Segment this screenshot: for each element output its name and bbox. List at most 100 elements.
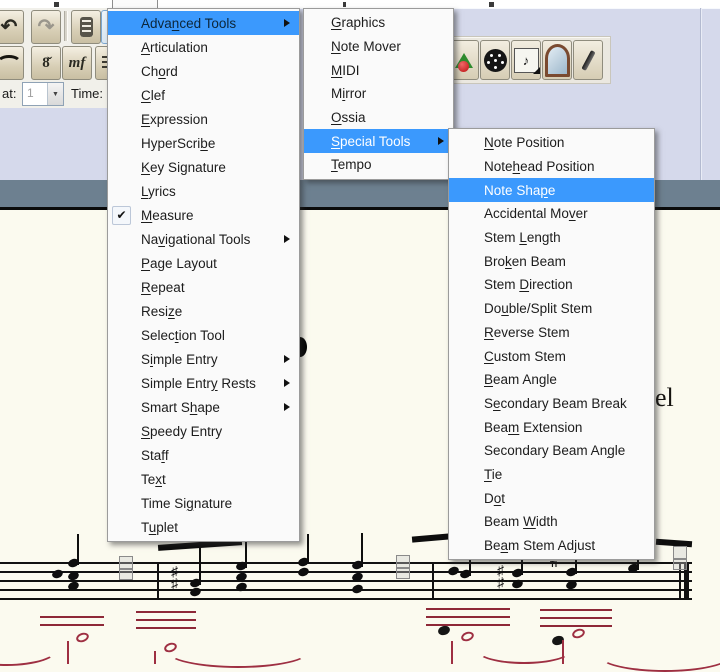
menu-item-special-tools[interactable]: Special Tools bbox=[304, 129, 453, 153]
red-note-stem bbox=[67, 641, 69, 664]
note-mover-tool-button[interactable]: ♪ bbox=[511, 40, 541, 80]
notehead[interactable] bbox=[297, 566, 310, 577]
notehead[interactable] bbox=[351, 583, 364, 594]
menu-item-smart-shape[interactable]: Smart Shape bbox=[108, 395, 299, 419]
menu-item-notehead-position[interactable]: Notehead Position bbox=[449, 155, 654, 179]
expression-tool-button[interactable]: mf bbox=[62, 46, 92, 80]
menu-item-simple-entry-rests[interactable]: Simple Entry Rests bbox=[108, 371, 299, 395]
menu-item-stem-direction[interactable]: Stem Direction bbox=[449, 273, 654, 297]
menu-item-label: Graphics bbox=[331, 15, 385, 30]
notehead[interactable] bbox=[447, 565, 460, 576]
menu-item-double-split-stem[interactable]: Double/Split Stem bbox=[449, 297, 654, 321]
menu-item-note-shape[interactable]: Note Shape bbox=[449, 178, 654, 202]
menu-item-broken-beam[interactable]: Broken Beam bbox=[449, 249, 654, 273]
submenu-arrow-icon bbox=[284, 355, 290, 363]
menu-item-label: Staff bbox=[141, 448, 169, 463]
menu-item-label: Secondary Beam Angle bbox=[484, 443, 625, 458]
ossia-tool-button[interactable] bbox=[573, 40, 603, 80]
menu-item-label: Beam Angle bbox=[484, 372, 557, 387]
menu-item-reverse-stem[interactable]: Reverse Stem bbox=[449, 321, 654, 345]
tools-menubar-button[interactable] bbox=[112, 0, 158, 8]
menu-item-label: Resize bbox=[141, 304, 182, 319]
menu-item-selection-tool[interactable]: Selection Tool bbox=[108, 323, 299, 347]
menu-item-label: Chord bbox=[141, 64, 178, 79]
menu-item-label: Time Signature bbox=[141, 496, 232, 511]
midi-tool-button[interactable] bbox=[480, 40, 510, 80]
menu-item-tie[interactable]: Tie bbox=[449, 463, 654, 487]
undo-button[interactable]: ↶ bbox=[0, 10, 24, 44]
staff-line bbox=[0, 562, 692, 564]
staff-line bbox=[0, 589, 692, 591]
menu-item-staff[interactable]: Staff bbox=[108, 443, 299, 467]
menu-item-stem-length[interactable]: Stem Length bbox=[449, 226, 654, 250]
menu-item-beam-extension[interactable]: Beam Extension bbox=[449, 415, 654, 439]
submenu-arrow-icon bbox=[284, 19, 290, 27]
menu-item-ossia[interactable]: Ossia bbox=[304, 106, 453, 130]
menu-item-simple-entry[interactable]: Simple Entry bbox=[108, 347, 299, 371]
red-half-notehead[interactable] bbox=[571, 627, 586, 640]
barline bbox=[157, 562, 159, 598]
menu-item-label: HyperScribe bbox=[141, 136, 215, 151]
menu-item-label: Dot bbox=[484, 491, 505, 506]
menu-item-label: Stem Length bbox=[484, 230, 561, 245]
menu-item-label: Note Position bbox=[484, 135, 564, 150]
menu-item-key-signature[interactable]: Key Signature bbox=[108, 155, 299, 179]
menu-item-expression[interactable]: Expression bbox=[108, 107, 299, 131]
articulation-icon: 8̌ bbox=[42, 56, 50, 71]
menu-item-dot[interactable]: Dot bbox=[449, 486, 654, 510]
staff-line bbox=[0, 580, 692, 582]
menu-item-secondary-beam-angle[interactable]: Secondary Beam Angle bbox=[449, 439, 654, 463]
menu-item-chord[interactable]: Chord bbox=[108, 59, 299, 83]
menu-item-mirror[interactable]: Mirror bbox=[304, 82, 453, 106]
red-ledger-line bbox=[136, 627, 196, 629]
menu-item-clef[interactable]: Clef bbox=[108, 83, 299, 107]
red-half-notehead[interactable] bbox=[75, 631, 90, 644]
menu-item-text[interactable]: Text bbox=[108, 467, 299, 491]
menu-item-label: Page Layout bbox=[141, 256, 217, 271]
menu-item-beam-stem-adjust[interactable]: Beam Stem Adjust bbox=[449, 534, 654, 558]
articulation-tool-button[interactable]: 8̌ bbox=[31, 46, 61, 80]
red-ledger-line bbox=[540, 609, 612, 611]
menu-item-beam-width[interactable]: Beam Width bbox=[449, 510, 654, 534]
menu-item-navigational-tools[interactable]: Navigational Tools bbox=[108, 227, 299, 251]
menu-item-articulation[interactable]: Articulation bbox=[108, 35, 299, 59]
beat-select[interactable]: 1 ▼ bbox=[22, 82, 64, 106]
notehead[interactable] bbox=[235, 581, 248, 592]
menu-item-label: Clef bbox=[141, 88, 165, 103]
menu-item-label: Special Tools bbox=[331, 134, 410, 149]
chevron-down-icon[interactable]: ▼ bbox=[47, 83, 63, 105]
scroll-view-button[interactable] bbox=[71, 10, 101, 44]
menu-item-hyperscribe[interactable]: HyperScribe bbox=[108, 131, 299, 155]
measure-handle[interactable] bbox=[396, 555, 410, 579]
measure-handle[interactable] bbox=[673, 546, 687, 570]
measure-handle[interactable] bbox=[119, 556, 133, 580]
menu-item-beam-angle[interactable]: Beam Angle bbox=[449, 368, 654, 392]
menu-item-note-mover[interactable]: Note Mover bbox=[304, 35, 453, 59]
menu-item-note-position[interactable]: Note Position bbox=[449, 131, 654, 155]
menu-item-speedy-entry[interactable]: Speedy Entry bbox=[108, 419, 299, 443]
notehead[interactable] bbox=[437, 624, 451, 636]
menu-item-lyrics[interactable]: Lyrics bbox=[108, 179, 299, 203]
menu-item-custom-stem[interactable]: Custom Stem bbox=[449, 344, 654, 368]
menu-item-time-signature[interactable]: Time Signature bbox=[108, 491, 299, 515]
smart-shape-tool-button[interactable] bbox=[0, 46, 24, 80]
submenu-arrow-icon bbox=[438, 137, 444, 145]
menu-item-graphics[interactable]: Graphics bbox=[304, 11, 453, 35]
menu-item-tempo[interactable]: Tempo bbox=[304, 153, 453, 177]
menu-item-resize[interactable]: Resize bbox=[108, 299, 299, 323]
beat-value: 1 bbox=[23, 83, 47, 105]
menu-item-page-layout[interactable]: Page Layout bbox=[108, 251, 299, 275]
menu-item-secondary-beam-break[interactable]: Secondary Beam Break bbox=[449, 392, 654, 416]
menu-item-advanced-tools[interactable]: Advanced Tools bbox=[108, 11, 299, 35]
red-half-notehead[interactable] bbox=[460, 630, 475, 643]
menu-item-measure[interactable]: ✔Measure bbox=[108, 203, 299, 227]
menu-item-label: Tie bbox=[484, 467, 502, 482]
menu-item-repeat[interactable]: Repeat bbox=[108, 275, 299, 299]
menu-special-tools: Note Position Notehead PositionNote Shape… bbox=[448, 128, 655, 560]
mirror-tool-button[interactable] bbox=[542, 40, 572, 80]
menu-item-accidental-mover[interactable]: Accidental Mover bbox=[449, 202, 654, 226]
slur-icon bbox=[0, 55, 22, 72]
menu-item-tuplet[interactable]: Tuplet bbox=[108, 515, 299, 539]
menu-item-midi[interactable]: MIDI bbox=[304, 58, 453, 82]
redo-button[interactable]: ↷ bbox=[31, 10, 61, 44]
